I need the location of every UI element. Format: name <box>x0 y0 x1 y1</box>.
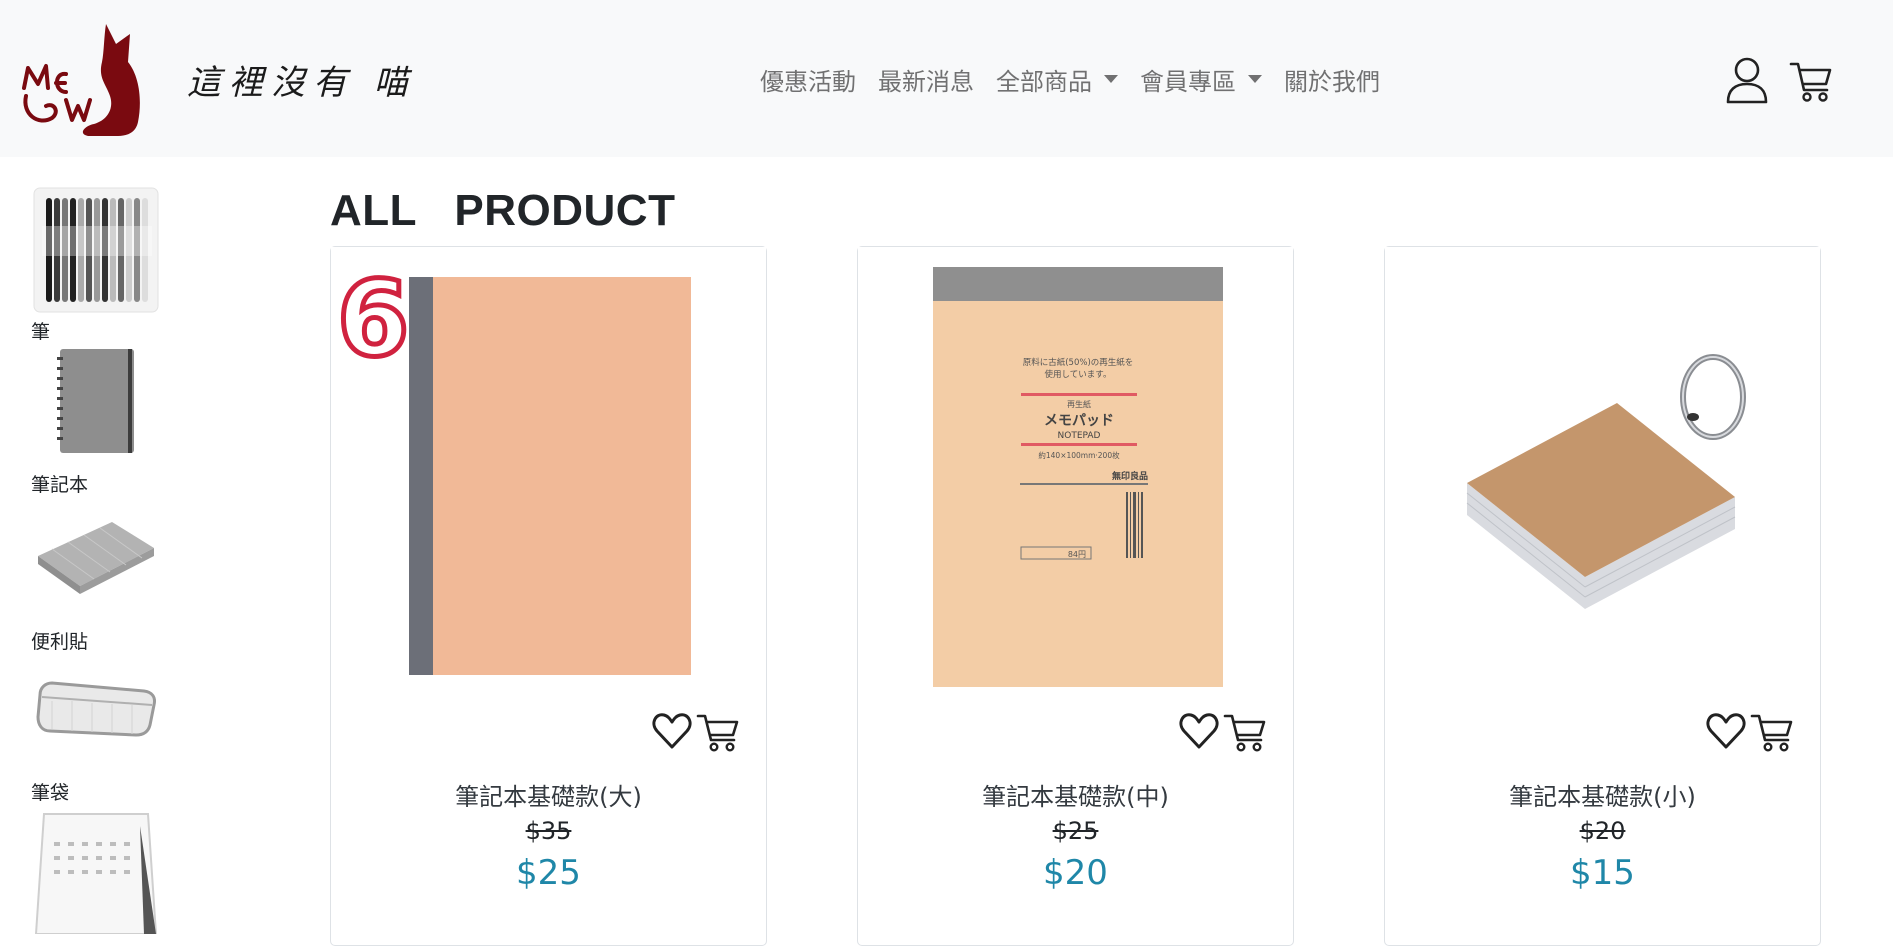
mew-cat-logo-icon <box>22 24 140 136</box>
product-sale-price: $15 <box>1570 853 1635 893</box>
product-sale-price: $25 <box>516 853 581 893</box>
nav-icons <box>1705 56 1833 104</box>
product-original-price: $25 <box>1052 817 1099 845</box>
product-card[interactable]: 原料に古紙(50%)の再生紙を 使用しています。 再生紙 メモパッド NOTEP… <box>857 246 1294 946</box>
pencil-case-thumbnail-icon <box>32 651 160 779</box>
product-name[interactable]: 筆記本基礎款(中) <box>858 777 1293 812</box>
nav-item-promotions[interactable]: 優惠活動 <box>760 62 856 97</box>
user-icon[interactable] <box>1725 56 1769 104</box>
sidebar-item-label: 筆記本 <box>31 474 89 496</box>
sidebar-item-label: 筆袋 <box>31 782 70 804</box>
ring-cards-small-image-icon <box>1385 247 1820 687</box>
nav-item-about[interactable]: 關於我們 <box>1284 62 1380 97</box>
brand-link[interactable]: 這裡沒有 喵 <box>18 22 416 136</box>
caret-down-icon <box>1248 75 1262 83</box>
product-card[interactable]: 筆記本基礎款(小) $20 $15 <box>1384 246 1821 946</box>
product-actions <box>652 709 740 753</box>
heart-icon[interactable] <box>1179 711 1219 751</box>
nav-item-member-dropdown[interactable]: 會員專區 <box>1140 62 1262 97</box>
product-card[interactable]: 6 筆記本基礎款(大) $35 $25 <box>330 246 767 946</box>
navbar: 這裡沒有 喵 優惠活動 最新消息 全部商品 會員專區 關於我們 <box>0 0 1893 157</box>
page-title: ALL PRODUCT <box>330 186 676 235</box>
notepad-text-tag: 再生紙 <box>1067 399 1091 409</box>
nav-item-label: 全部商品 <box>996 67 1092 96</box>
cart-icon[interactable] <box>1789 56 1833 104</box>
sidebar-item-label: 便利貼 <box>31 631 89 653</box>
product-actions <box>1706 709 1794 753</box>
heart-icon[interactable] <box>1706 711 1746 751</box>
notepad-text-price: 84円 <box>1068 550 1086 559</box>
notebook-thumbnail-icon <box>32 341 160 469</box>
nav-item-label: 關於我們 <box>1284 67 1380 96</box>
product-actions <box>1179 709 1267 753</box>
caret-down-icon <box>1104 75 1118 83</box>
product-original-price: $35 <box>525 817 572 845</box>
nav-item-label: 最新消息 <box>878 67 974 96</box>
pens-thumbnail-icon <box>32 186 160 314</box>
heart-icon[interactable] <box>652 711 692 751</box>
nav-item-all-products-dropdown[interactable]: 全部商品 <box>996 62 1118 97</box>
add-to-cart-icon[interactable] <box>1223 709 1267 753</box>
product-sale-price: $20 <box>1043 853 1108 893</box>
brand-name: 這裡沒有 喵 <box>187 62 416 103</box>
nav-item-news[interactable]: 最新消息 <box>878 62 974 97</box>
sidebar-item-label: 筆 <box>31 321 51 343</box>
main-nav: 優惠活動 最新消息 全部商品 會員專區 關於我們 <box>760 58 1402 100</box>
notepad-text-line1: 原料に古紙(50%)の再生紙を <box>1023 357 1134 368</box>
product-name[interactable]: 筆記本基礎款(小) <box>1385 777 1820 812</box>
add-to-cart-icon[interactable] <box>1750 709 1794 753</box>
product-original-price: $20 <box>1579 817 1626 845</box>
notebook-large-image-icon: 6 <box>331 247 766 687</box>
notepad-text-title: メモパッド <box>1044 413 1114 429</box>
notepad-text-size: 約140×100mm·200枚 <box>1038 450 1120 460</box>
notepad-text-line2: 使用しています。 <box>1045 369 1112 380</box>
notepad-text-maker: 無印良品 <box>1112 470 1148 482</box>
nav-item-label: 會員專區 <box>1140 67 1236 96</box>
badge-number: 6 <box>337 258 409 380</box>
notepad-medium-image-icon: 原料に古紙(50%)の再生紙を 使用しています。 再生紙 メモパッド NOTEP… <box>858 247 1293 687</box>
nav-item-label: 優惠活動 <box>760 67 856 96</box>
product-name[interactable]: 筆記本基礎款(大) <box>331 777 766 812</box>
add-to-cart-icon[interactable] <box>696 709 740 753</box>
calendar-thumbnail-icon <box>32 806 160 934</box>
sticky-notes-thumbnail-icon <box>32 496 160 624</box>
notepad-text-subtitle: NOTEPAD <box>1058 431 1101 441</box>
